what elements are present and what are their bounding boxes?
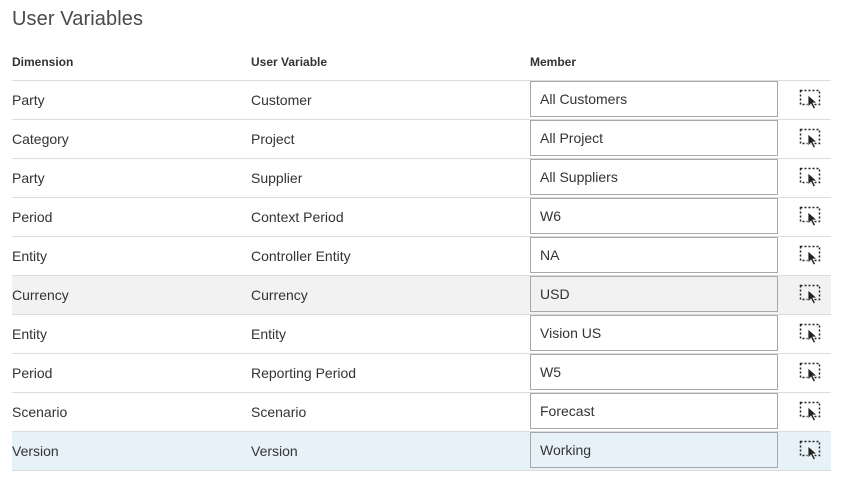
dimension-cell: Party [12,92,45,108]
table-row[interactable]: Period Reporting Period [12,354,831,393]
member-input[interactable] [530,120,778,156]
member-input[interactable] [530,276,778,312]
dimension-cell: Version [12,443,59,459]
member-input[interactable] [530,237,778,273]
dimension-cell: Entity [12,248,48,264]
table-header: Dimension User Variable Member [0,52,847,80]
member-selector-icon[interactable] [797,165,823,189]
user-variable-cell: Version [251,443,298,459]
member-input[interactable] [530,81,778,117]
member-input[interactable] [530,315,778,351]
member-selector-icon[interactable] [797,126,823,150]
member-selector-icon[interactable] [797,360,823,384]
dimension-cell: Category [12,131,69,147]
member-input[interactable] [530,159,778,195]
dimension-cell: Currency [12,287,69,303]
user-variable-cell: Customer [251,92,312,108]
dimension-cell: Period [12,209,53,225]
table-row-selected[interactable]: Version Version [12,432,831,471]
member-selector-icon[interactable] [797,282,823,306]
table-row[interactable]: Party Supplier [12,159,831,198]
column-header-member: Member [530,55,577,69]
dimension-cell: Party [12,170,45,186]
table-row[interactable]: Scenario Scenario [12,393,831,432]
member-selector-icon[interactable] [797,438,823,462]
table-row[interactable]: Party Customer [12,81,831,120]
user-variable-cell: Controller Entity [251,248,351,264]
table-row[interactable]: Entity Controller Entity [12,237,831,276]
dimension-cell: Entity [12,326,48,342]
column-header-dimension: Dimension [12,55,74,69]
user-variable-cell: Context Period [251,209,344,225]
user-variable-cell: Currency [251,287,308,303]
member-input[interactable] [530,432,778,468]
member-input[interactable] [530,198,778,234]
member-selector-icon[interactable] [797,321,823,345]
table-row-hovered[interactable]: Currency Currency [12,276,831,315]
table-row[interactable]: Period Context Period [12,198,831,237]
column-header-user-variable: User Variable [251,55,328,69]
member-selector-icon[interactable] [797,87,823,111]
user-variable-cell: Reporting Period [251,365,357,381]
member-selector-icon[interactable] [797,204,823,228]
member-input[interactable] [530,393,778,429]
dimension-cell: Period [12,365,53,381]
table-row[interactable]: Category Project [12,120,831,159]
user-variable-cell: Entity [251,326,287,342]
user-variable-cell: Scenario [251,404,307,420]
user-variable-cell: Project [251,131,295,147]
table-row[interactable]: Entity Entity [12,315,831,354]
user-variables-table: Party Customer Category Project Party Su… [12,80,831,471]
member-selector-icon[interactable] [797,399,823,423]
dimension-cell: Scenario [12,404,68,420]
user-variables-page: User Variables Dimension User Variable M… [0,0,847,501]
page-title: User Variables [12,8,144,30]
user-variable-cell: Supplier [251,170,303,186]
member-input[interactable] [530,354,778,390]
member-selector-icon[interactable] [797,243,823,267]
